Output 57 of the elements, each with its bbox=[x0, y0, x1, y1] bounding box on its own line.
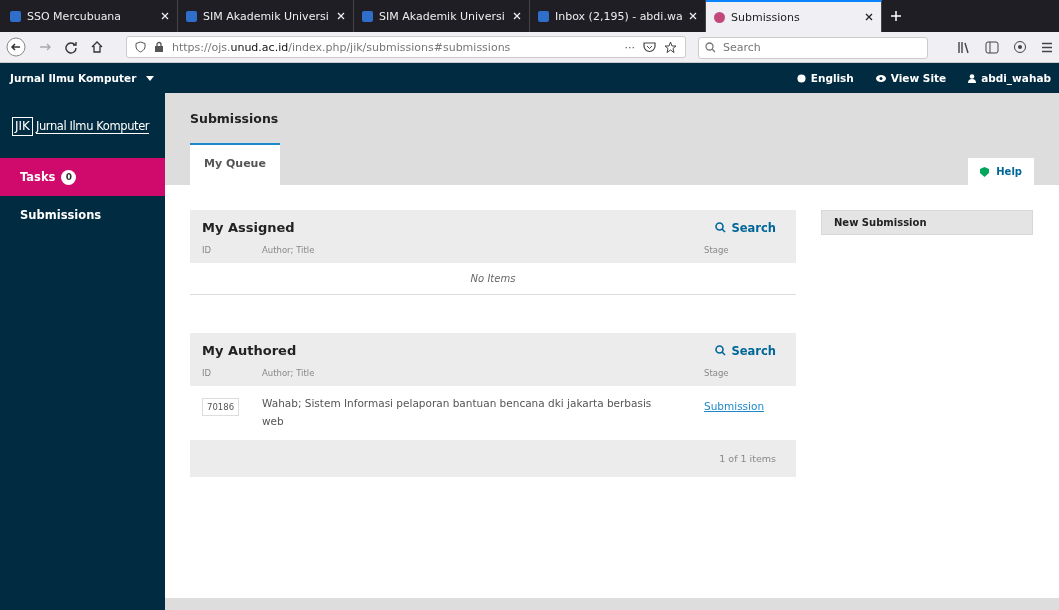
favicon-icon bbox=[538, 10, 549, 22]
favicon-icon bbox=[714, 11, 725, 23]
header-link[interactable]: View Site bbox=[875, 72, 947, 84]
pocket-icon[interactable] bbox=[643, 41, 656, 53]
search-icon bbox=[715, 222, 727, 233]
favicon-icon bbox=[10, 10, 21, 22]
column-header: Stage bbox=[704, 245, 730, 255]
new-tab-icon[interactable] bbox=[890, 10, 902, 22]
eye-icon bbox=[875, 74, 886, 82]
back-icon[interactable] bbox=[6, 37, 26, 57]
bookmark-star-icon[interactable] bbox=[664, 40, 677, 54]
caret-icon bbox=[146, 75, 155, 81]
sidebar-icon[interactable] bbox=[985, 40, 999, 54]
search-icon bbox=[705, 42, 716, 53]
shield-icon bbox=[135, 41, 146, 53]
user-icon bbox=[968, 73, 977, 83]
search-icon bbox=[715, 345, 727, 356]
search-field[interactable]: Search bbox=[698, 36, 928, 59]
browser-tab[interactable]: Submissions bbox=[706, 0, 882, 32]
help-icon bbox=[980, 166, 990, 177]
empty-message: No Items bbox=[470, 273, 516, 284]
library-icon[interactable] bbox=[957, 40, 971, 54]
column-header: Author; Title bbox=[262, 245, 316, 255]
close-icon[interactable] bbox=[865, 13, 873, 21]
new-submission-button[interactable]: New Submission bbox=[821, 210, 1033, 235]
home-icon[interactable] bbox=[90, 40, 104, 54]
submission-title[interactable]: Wahab; Sistem Informasi pelaporan bantuan bencana dki jakarta berbasis web bbox=[262, 394, 704, 430]
reload-icon[interactable] bbox=[64, 40, 78, 54]
search-button[interactable]: Search bbox=[715, 220, 776, 235]
item-count: 1 of 1 items bbox=[719, 453, 776, 464]
submission-id: 70186 bbox=[202, 398, 240, 416]
lock-icon bbox=[154, 41, 164, 53]
url-text: https://ojs.unud.ac.id/index.php/jik/submissions#submissions bbox=[172, 40, 512, 54]
favicon-icon bbox=[186, 10, 197, 22]
column-header: ID bbox=[202, 368, 213, 378]
count-badge: 0 bbox=[61, 169, 77, 185]
journal-logo[interactable]: JIK Jurnal Ilmu Komputer bbox=[0, 93, 165, 141]
extension-icon[interactable] bbox=[1013, 40, 1027, 54]
header-link[interactable]: abdi_wahab bbox=[968, 72, 1051, 84]
sidebar-item[interactable]: Submissions bbox=[0, 196, 165, 234]
list-title: My Authored bbox=[202, 343, 297, 358]
page-title: Submissions bbox=[189, 110, 280, 126]
header-link[interactable]: English bbox=[796, 72, 854, 84]
journal-switcher[interactable]: Jurnal Ilmu Komputer bbox=[10, 72, 155, 84]
list-title: My Assigned bbox=[202, 220, 295, 235]
search-button[interactable]: Search bbox=[715, 343, 776, 358]
column-header: ID bbox=[202, 245, 213, 255]
queue-tab[interactable]: My Queue bbox=[190, 143, 280, 185]
favicon-icon bbox=[362, 10, 373, 22]
menu-icon[interactable] bbox=[1041, 41, 1053, 53]
page-actions-icon[interactable]: ··· bbox=[624, 40, 635, 54]
address-bar[interactable]: https://ojs.unud.ac.id/index.php/jik/submissions#submissions ··· bbox=[126, 36, 686, 58]
column-header: Stage bbox=[704, 368, 730, 378]
sidebar-item[interactable]: Tasks 0 bbox=[0, 158, 165, 196]
column-header: Author; Title bbox=[262, 368, 316, 378]
stage-link[interactable]: Submission bbox=[704, 400, 765, 412]
help-tab[interactable]: Help bbox=[968, 158, 1034, 185]
